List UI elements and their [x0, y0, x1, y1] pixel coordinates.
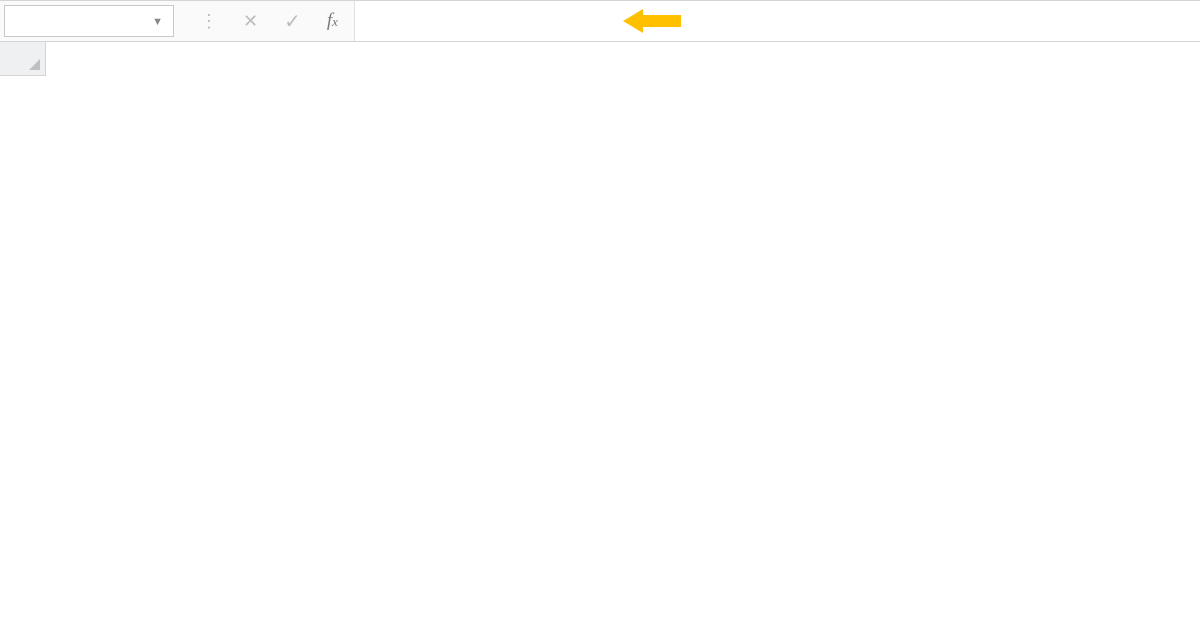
formula-input[interactable] — [354, 1, 1200, 41]
cancel-icon[interactable]: ✕ — [243, 10, 258, 32]
select-all-corner[interactable] — [0, 42, 46, 76]
enter-icon[interactable]: ✓ — [284, 9, 301, 34]
column-headers — [46, 42, 1200, 76]
arrow-callout-icon — [623, 6, 683, 36]
spreadsheet-grid — [0, 42, 1200, 630]
more-icon[interactable]: ⋮ — [200, 10, 217, 32]
formula-bar: ▼ ⋮ ✕ ✓ fx — [0, 0, 1200, 42]
formula-bar-buttons: ⋮ ✕ ✓ fx — [178, 1, 354, 41]
name-box[interactable]: ▼ — [4, 5, 174, 37]
fx-icon[interactable]: fx — [327, 10, 338, 32]
dropdown-icon[interactable]: ▼ — [152, 15, 163, 28]
